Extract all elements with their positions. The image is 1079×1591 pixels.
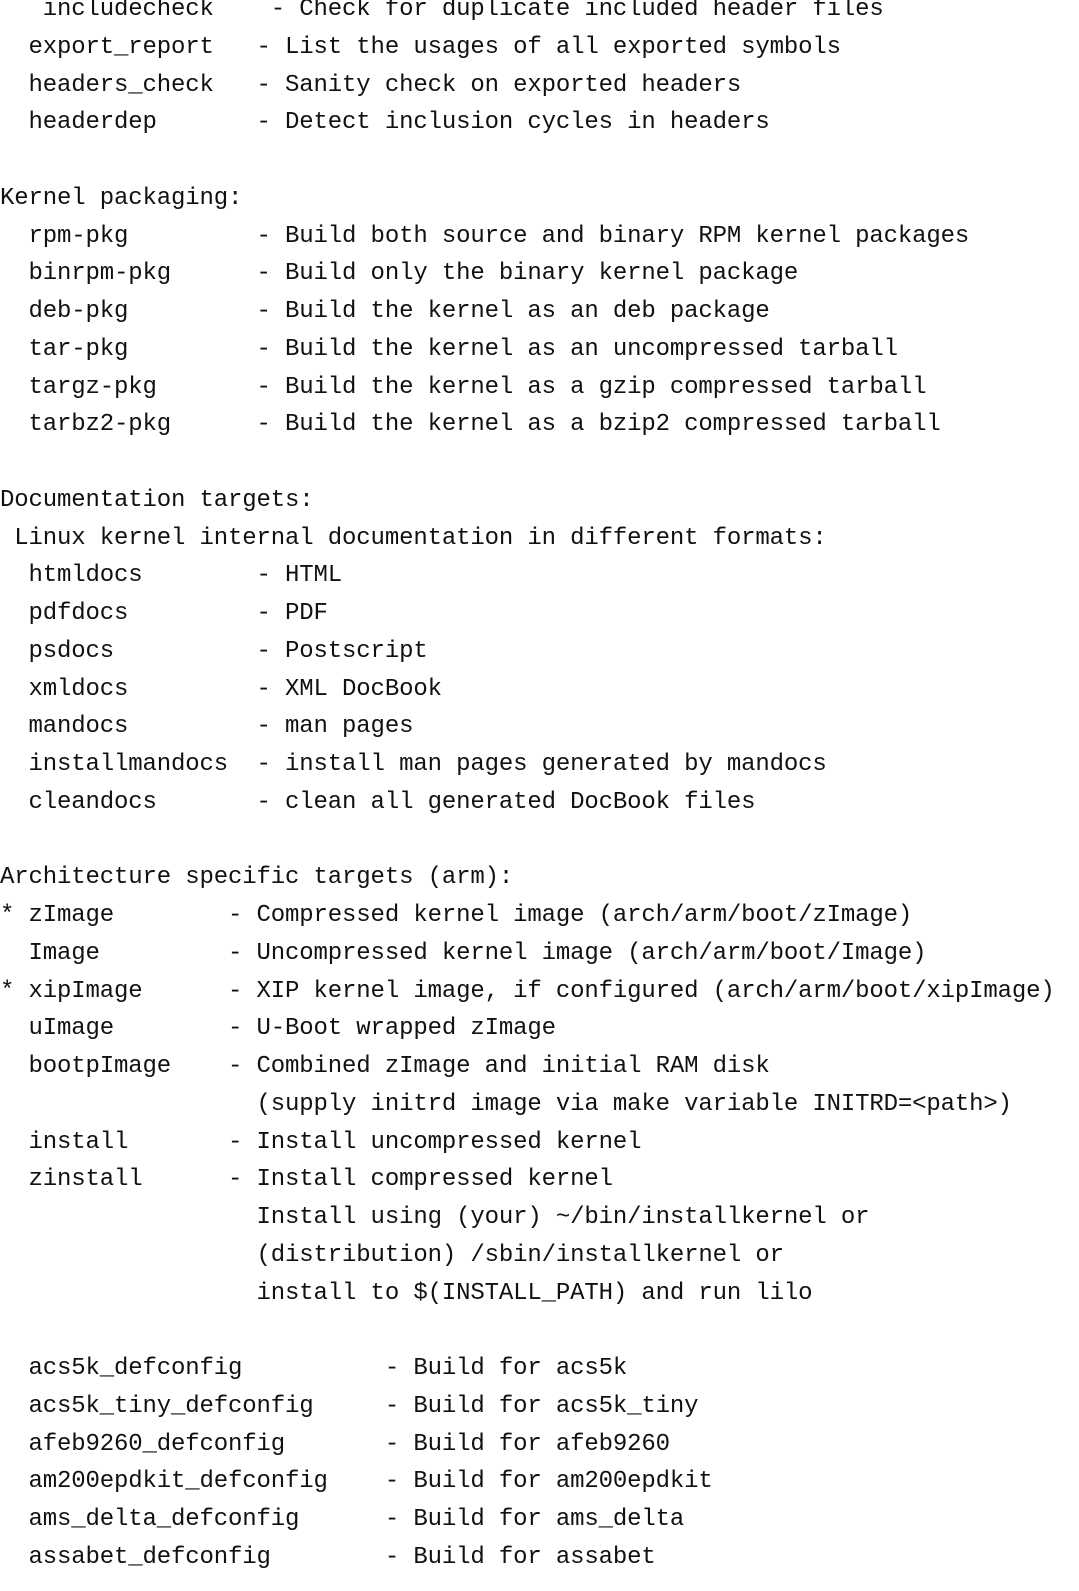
terminal-line: afeb9260_defconfig - Build for afeb9260 [0,1430,671,1458]
terminal-line: binrpm-pkg - Build only the binary kerne… [0,260,799,288]
terminal-line: acs5k_tiny_defconfig - Build for acs5k_t… [0,1392,699,1420]
terminal-line: acs5k_defconfig - Build for acs5k [0,1355,628,1382]
terminal-line: pdfdocs - PDF [0,600,328,627]
terminal-line: (supply initrd image via make variable I… [0,1090,1013,1118]
terminal-line: Image - Uncompressed kernel image (arch/… [0,939,927,967]
terminal-line: rpm-pkg - Build both source and binary R… [0,222,970,250]
terminal-line: mandocs - man pages [0,713,414,741]
terminal-line: headerdep - Detect inclusion cycles in h… [0,109,770,137]
terminal-line: installmandocs - install man pages gener… [0,751,827,778]
terminal-line: assabet_defconfig - Build for assabet [0,1543,656,1571]
terminal-line: export_report - List the usages of all e… [0,33,842,61]
terminal-line: psdocs - Postscript [0,637,428,665]
terminal-line: uImage - U-Boot wrapped zImage [0,1015,556,1043]
terminal-line: bootpImage - Combined zImage and initial… [0,1053,770,1080]
terminal-line: deb-pkg - Build the kernel as an deb pac… [0,298,770,325]
terminal-line: am200epdkit_defconfig - Build for am200e… [0,1468,713,1496]
terminal-output: includecheck - Check for duplicate inclu… [0,0,1079,1591]
terminal-line: tarbz2-pkg - Build the kernel as a bzip2… [0,411,941,439]
terminal-line: htmldocs - HTML [0,562,343,590]
terminal-line: includecheck - Check for duplicate inclu… [0,0,884,23]
terminal-line: (distribution) /sbin/installkernel or [0,1241,785,1269]
terminal-line: * zImage - Compressed kernel image (arch… [0,902,913,929]
terminal-line: xmldocs - XML DocBook [0,675,442,703]
terminal-line: targz-pkg - Build the kernel as a gzip c… [0,373,927,401]
section-heading-kernel-packaging: Kernel packaging: [0,184,243,212]
terminal-line: install - Install uncompressed kernel [0,1128,642,1156]
terminal-line: tar-pkg - Build the kernel as an uncompr… [0,335,899,363]
section-heading-documentation-targets: Documentation targets: [0,486,314,514]
terminal-line: headers_check - Sanity check on exported… [0,71,742,99]
terminal-line: Linux kernel internal documentation in d… [0,524,827,552]
terminal-line: cleandocs - clean all generated DocBook … [0,788,756,816]
section-heading-architecture-targets: Architecture specific targets (arm): [0,864,514,892]
terminal-line: zinstall - Install compressed kernel [0,1166,614,1194]
terminal-line: ams_delta_defconfig - Build for ams_delt… [0,1506,685,1533]
terminal-line: * xipImage - XIP kernel image, if config… [0,977,1055,1005]
terminal-line: Install using (your) ~/bin/installkernel… [0,1204,870,1231]
terminal-line: install to $(INSTALL_PATH) and run lilo [0,1279,813,1307]
